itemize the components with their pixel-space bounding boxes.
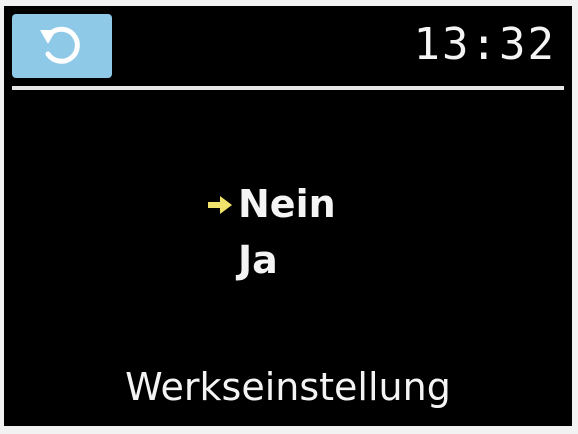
device-screen: 13:32 Nein Ja Werkseinstellung bbox=[4, 6, 572, 426]
status-bar: 13:32 bbox=[4, 6, 572, 82]
restore-button[interactable] bbox=[12, 14, 112, 78]
menu-option-nein[interactable]: Nein bbox=[208, 176, 428, 232]
menu-option-label: Ja bbox=[238, 238, 278, 282]
menu-option-ja[interactable]: Ja bbox=[208, 232, 428, 288]
clock-time: 13:32 bbox=[413, 19, 556, 70]
screen-title: Werkseinstellung bbox=[125, 365, 451, 409]
menu-option-label: Nein bbox=[238, 182, 336, 226]
selection-arrow-icon bbox=[208, 196, 232, 214]
header-divider bbox=[12, 86, 564, 90]
option-menu: Nein Ja bbox=[208, 176, 428, 288]
restore-icon bbox=[40, 26, 80, 64]
